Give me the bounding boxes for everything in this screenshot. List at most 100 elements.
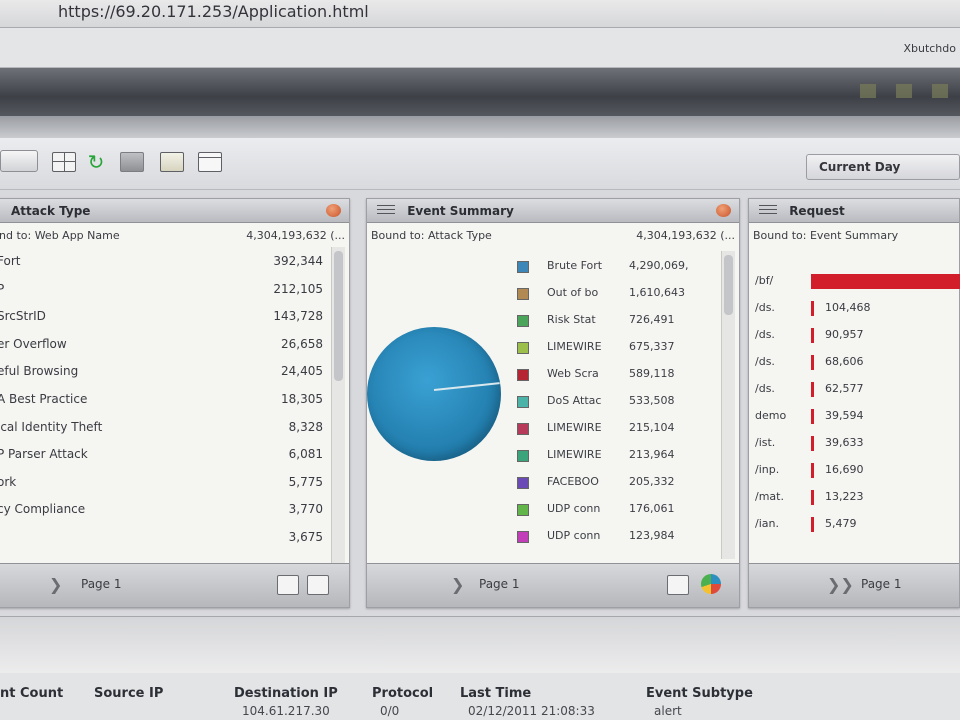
legend-value: 215,104	[629, 421, 675, 434]
legend-item[interactable]: Web Scra 589,118	[517, 365, 717, 387]
panel-footer: ❯ Page 1	[367, 563, 739, 607]
request-count: 62,577	[825, 382, 864, 395]
next-page-icon[interactable]: ❯	[451, 575, 464, 594]
column-header[interactable]: Last Time	[460, 686, 531, 701]
scrollbar-thumb[interactable]	[334, 251, 343, 381]
request-bar	[811, 274, 960, 289]
list-item[interactable]: SrcStrID 143,728	[0, 306, 323, 328]
next-page-icon[interactable]: ❯❯	[827, 575, 854, 594]
header-icon[interactable]	[860, 84, 876, 98]
list-item[interactable]: P 212,105	[0, 279, 323, 301]
legend-item[interactable]: Brute Fort 4,290,069,	[517, 257, 717, 279]
bound-to-label: Bound to: Event Summary	[749, 225, 959, 245]
list-item[interactable]: A Best Practice 18,305	[0, 389, 323, 411]
column-header[interactable]: Destination IP	[234, 686, 338, 701]
list-item[interactable]: ork 5,775	[0, 472, 323, 494]
close-icon[interactable]	[326, 204, 341, 217]
legend-item[interactable]: FACEBOO 205,332	[517, 473, 717, 495]
menu-icon[interactable]	[759, 204, 777, 216]
legend-item[interactable]: LIMEWIRE 213,964	[517, 446, 717, 468]
legend-value: 726,491	[629, 313, 675, 326]
panel-title: Attack Type	[11, 204, 91, 218]
legend-item[interactable]: UDP conn 123,984	[517, 527, 717, 549]
legend-swatch	[517, 423, 529, 435]
request-panel-header[interactable]: Request	[749, 199, 959, 223]
print-icon[interactable]	[120, 152, 144, 172]
list-item[interactable]: /ds. 62,577	[749, 379, 959, 401]
list-item[interactable]: /bf/	[749, 271, 960, 293]
legend-value: 123,984	[629, 529, 675, 542]
event-pie-chart[interactable]	[367, 327, 501, 461]
url-text: https://69.20.171.253/Application.html	[58, 2, 369, 21]
legend-item[interactable]: LIMEWIRE 675,337	[517, 338, 717, 360]
request-bar	[811, 436, 814, 451]
column-header[interactable]: nt Count	[0, 686, 63, 701]
scrollbar[interactable]	[331, 247, 345, 565]
list-item[interactable]: ical Identity Theft 8,328	[0, 417, 323, 439]
column-header[interactable]: Protocol	[372, 686, 433, 701]
list-item[interactable]: Fort 392,344	[0, 251, 323, 273]
list-item[interactable]: /ist. 39,633	[749, 433, 959, 455]
request-bar	[811, 301, 814, 316]
scrollbar[interactable]	[721, 251, 735, 559]
new-window-icon[interactable]	[198, 152, 222, 172]
legend-swatch	[517, 531, 529, 543]
legend-label: FACEBOO	[547, 475, 599, 488]
next-page-icon[interactable]: ❯	[49, 575, 62, 594]
column-header[interactable]: Source IP	[94, 686, 163, 701]
legend-item[interactable]: UDP conn 176,061	[517, 500, 717, 522]
legend-swatch	[517, 261, 529, 273]
list-item[interactable]: /ian. 5,479	[749, 514, 959, 536]
list-item[interactable]: P Parser Attack 6,081	[0, 444, 323, 466]
list-item[interactable]: cy Compliance 3,770	[0, 499, 323, 521]
list-item[interactable]: /inp. 16,690	[749, 460, 959, 482]
time-range-select[interactable]: Current Day	[806, 154, 960, 180]
event-summary-panel-header[interactable]: Event Summary	[367, 199, 739, 223]
legend-item[interactable]: Out of bo 1,610,643	[517, 284, 717, 306]
close-icon[interactable]	[716, 204, 731, 217]
legend-label: Risk Stat	[547, 313, 596, 326]
request-count: 39,633	[825, 436, 864, 449]
bound-to-text: Bound to: Event Summary	[753, 229, 899, 242]
pie-chart-icon[interactable]	[701, 574, 721, 594]
request-panel: Request Bound to: Event Summary /bf/ /ds.…	[748, 198, 960, 608]
menu-icon[interactable]	[377, 204, 395, 216]
request-path: /ds.	[755, 301, 775, 314]
address-bar[interactable]: https://69.20.171.253/Application.html	[0, 0, 960, 28]
list-item[interactable]: er Overflow 26,658	[0, 334, 323, 356]
legend-item[interactable]: DoS Attac 533,508	[517, 392, 717, 414]
export-icon[interactable]	[160, 152, 184, 172]
attack-type-label: Fort	[0, 254, 21, 268]
attack-type-panel-header[interactable]: Attack Type	[0, 199, 349, 223]
panel-footer: ❯❯ Page 1	[749, 563, 959, 607]
grid-view-icon[interactable]	[307, 575, 329, 595]
column-header[interactable]: Event Subtype	[646, 686, 753, 701]
attack-type-label: SrcStrID	[0, 309, 46, 324]
list-item[interactable]: /ds. 90,957	[749, 325, 959, 347]
list-item[interactable]: /mat. 13,223	[749, 487, 959, 509]
view-select[interactable]	[0, 150, 38, 172]
legend-value: 205,332	[629, 475, 675, 488]
page-label: Page 1	[861, 577, 902, 591]
legend-value: 533,508	[629, 394, 675, 407]
request-count: 104,468	[825, 301, 871, 314]
scrollbar-thumb[interactable]	[724, 255, 733, 315]
layout-grid-icon[interactable]	[52, 152, 76, 172]
table-cell: 104.61.217.30	[242, 704, 330, 718]
legend-item[interactable]: Risk Stat 726,491	[517, 311, 717, 333]
list-item[interactable]: /ds. 68,606	[749, 352, 959, 374]
table-view-icon[interactable]	[277, 575, 299, 595]
request-bar	[811, 463, 814, 478]
attack-type-label: eful Browsing	[0, 364, 79, 379]
header-icon[interactable]	[896, 84, 912, 98]
legend-item[interactable]: LIMEWIRE 215,104	[517, 419, 717, 441]
header-icon[interactable]	[932, 84, 948, 98]
legend-label: Web Scra	[547, 367, 599, 380]
list-item[interactable]: /ds. 104,468	[749, 298, 959, 320]
legend-swatch	[517, 369, 529, 381]
refresh-icon[interactable]: ↻	[84, 150, 108, 174]
table-view-icon[interactable]	[667, 575, 689, 595]
list-item[interactable]: 3,675	[0, 527, 323, 549]
list-item[interactable]: eful Browsing 24,405	[0, 361, 323, 383]
list-item[interactable]: demo 39,594	[749, 406, 959, 428]
